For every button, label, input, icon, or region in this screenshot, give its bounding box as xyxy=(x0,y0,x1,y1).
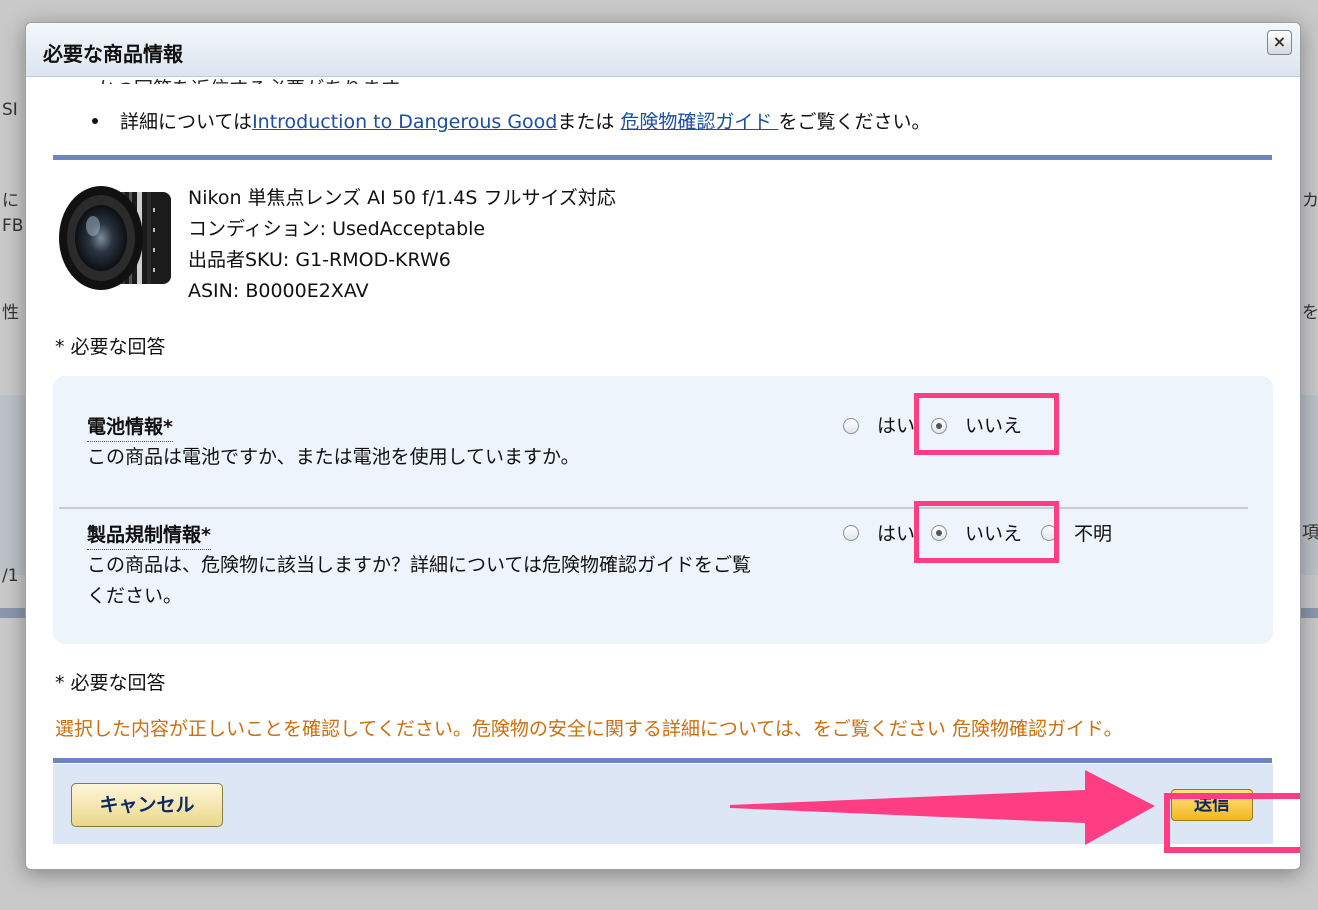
dialog-footer: キャンセル 送信 xyxy=(53,764,1300,853)
product-info: Nikon 単焦点レンズ AI 50 f/1.4S フルサイズ対応 コンディショ… xyxy=(188,183,616,307)
section-divider xyxy=(53,155,1272,160)
regulation-yes-radio[interactable] xyxy=(843,525,859,541)
product-condition: コンディション: UsedAcceptable xyxy=(188,218,486,240)
bullet-icon xyxy=(92,117,98,124)
bg-text-fragment: /1 xyxy=(2,566,19,586)
regulation-yes-label[interactable]: はい xyxy=(877,519,915,546)
bg-text-fragment: を xyxy=(1302,303,1318,323)
dialog-header: 必要な商品情報 × xyxy=(26,23,1300,77)
required-note-bottom: * 必要な回答 xyxy=(55,672,166,694)
required-note: * 必要な回答 xyxy=(55,336,166,358)
detail-middle: または xyxy=(557,111,621,133)
footer-divider xyxy=(53,758,1272,763)
detail-suffix: をご覧ください。 xyxy=(778,111,931,133)
detail-line: 詳細についてはIntroduction to Dangerous Goodまたは… xyxy=(92,107,930,134)
question-divider xyxy=(59,507,1248,509)
regulation-description-line: この商品は、危険物に該当しますか？詳細については危険物確認ガイドをご覧 xyxy=(87,554,752,576)
regulation-question-description: この商品は、危険物に該当しますか？詳細については危険物確認ガイドをご覧 ください… xyxy=(87,550,751,612)
bg-text-fragment: FB xyxy=(2,216,24,236)
battery-yes-label[interactable]: はい xyxy=(877,411,915,438)
bg-text-fragment: 項 xyxy=(1302,523,1318,543)
required-product-info-dialog: 必要な商品情報 × かつ回答を返信する必要があります。 詳細についてはIntro… xyxy=(25,22,1301,870)
regulation-question-title: 製品規制情報* xyxy=(87,520,211,550)
confirmation-warning: 選択した内容が正しいことを確認してください。危険物の安全に関する詳細については、… xyxy=(55,718,1123,740)
regulation-unknown-label[interactable]: 不明 xyxy=(1074,519,1112,546)
bg-text-fragment: カ xyxy=(1302,191,1318,211)
dialog-title: 必要な商品情報 xyxy=(43,42,183,66)
battery-question-title: 電池情報* xyxy=(87,412,173,442)
product-name: Nikon 単焦点レンズ AI 50 f/1.4S フルサイズ対応 xyxy=(188,187,616,209)
battery-yes-radio[interactable] xyxy=(843,418,859,434)
hazmat-guide-link[interactable]: 危険物確認ガイド xyxy=(620,111,778,133)
bg-text-fragment: に xyxy=(2,191,19,211)
product-asin: ASIN: B0000E2XAV xyxy=(188,280,369,302)
battery-question-description: この商品は電池ですか、または電池を使用していますか。 xyxy=(87,446,580,468)
bg-text-fragment: 性 xyxy=(2,303,19,323)
dangerous-goods-link[interactable]: Introduction to Dangerous Good xyxy=(252,111,557,133)
submit-highlight xyxy=(1164,793,1300,853)
regulation-description-line: ください。 xyxy=(87,585,183,607)
scrolled-text-line: かつ回答を返信する必要があります。 xyxy=(96,74,417,84)
close-button[interactable]: × xyxy=(1267,30,1292,55)
cancel-button[interactable]: キャンセル xyxy=(71,783,223,827)
battery-answer-highlight xyxy=(914,393,1059,455)
product-sku: 出品者SKU: G1-RMOD-KRW6 xyxy=(188,249,451,271)
detail-prefix: 詳細については xyxy=(120,111,253,133)
lens-product-image xyxy=(59,186,171,290)
bg-text-fragment: SI xyxy=(2,100,18,120)
regulation-answer-highlight xyxy=(914,501,1059,563)
